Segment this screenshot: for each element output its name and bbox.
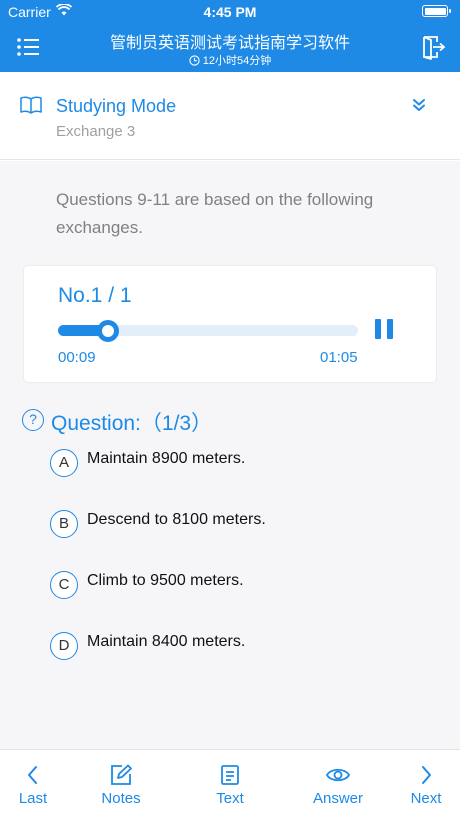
question-title: Question:（1/3） xyxy=(51,412,213,435)
tab-last[interactable]: Last xyxy=(0,764,68,807)
list-icon xyxy=(17,38,39,56)
menu-button[interactable] xyxy=(16,36,40,58)
option-letter: D xyxy=(50,632,78,660)
tab-next[interactable]: Next xyxy=(391,764,460,807)
tab-notes[interactable]: Notes xyxy=(86,764,156,807)
exit-icon xyxy=(423,36,446,60)
page-title: 管制员英语测试考试指南学习软件 xyxy=(109,35,350,52)
option-text: Climb to 9500 meters. xyxy=(87,572,244,589)
tab-label: Answer xyxy=(312,790,364,807)
option-text: Maintain 8900 meters. xyxy=(87,450,246,467)
pause-button[interactable] xyxy=(375,319,393,339)
status-time: 4:45 PM xyxy=(203,4,257,20)
tab-label: Text xyxy=(216,790,244,807)
option-text: Descend to 8100 meters. xyxy=(87,511,266,528)
question-icon: ? xyxy=(22,409,44,431)
app-header: Carrier 4:45 PM 管制员英语测试考试指南学习软件 12小时54分钟 xyxy=(0,0,460,72)
tab-label: Notes xyxy=(101,790,141,807)
option-c[interactable]: C Climb to 9500 meters. xyxy=(50,571,430,601)
eye-icon xyxy=(325,768,351,782)
exit-button[interactable] xyxy=(420,34,446,60)
intro-text: Questions 9-11 are based on the followin… xyxy=(56,190,374,237)
option-letter: B xyxy=(50,510,78,538)
content-area: Questions 9-11 are based on the followin… xyxy=(0,161,460,749)
mode-bar: Studying Mode Exchange 3 xyxy=(0,72,460,160)
option-letter: C xyxy=(50,571,78,599)
status-bar: Carrier 4:45 PM xyxy=(0,0,460,22)
chevron-right-icon xyxy=(422,766,431,784)
chevron-left-icon xyxy=(28,766,37,784)
document-icon xyxy=(221,765,239,785)
track-count: No.1 / 1 xyxy=(58,284,132,307)
option-b[interactable]: B Descend to 8100 meters. xyxy=(50,510,430,540)
progress-thumb[interactable] xyxy=(96,320,119,342)
expand-button[interactable] xyxy=(412,98,426,117)
edit-icon xyxy=(111,764,132,785)
option-text: Maintain 8400 meters. xyxy=(87,633,246,650)
book-icon xyxy=(20,96,42,119)
remaining-time: 12小时54分钟 xyxy=(60,52,400,68)
progress-track[interactable] xyxy=(58,320,358,342)
pause-icon xyxy=(375,319,381,339)
option-d[interactable]: D Maintain 8400 meters. xyxy=(50,632,430,662)
double-chevron-down-icon xyxy=(413,99,425,111)
bottom-tab-bar: Last Notes Text Answer Next xyxy=(0,749,460,818)
tab-answer[interactable]: Answer xyxy=(303,764,373,807)
tab-text[interactable]: Text xyxy=(195,764,265,807)
option-letter: A xyxy=(50,449,78,477)
battery-icon xyxy=(422,5,451,17)
tab-label: Last xyxy=(18,790,48,807)
tab-label: Next xyxy=(410,790,442,807)
mode-subtitle: Exchange 3 xyxy=(56,123,136,140)
mode-title: Studying Mode xyxy=(56,96,177,116)
option-a[interactable]: A Maintain 8900 meters. xyxy=(50,449,430,479)
current-time: 00:09 xyxy=(58,349,96,366)
clock-icon xyxy=(189,54,200,66)
audio-player: No.1 / 1 00:09 01:05 xyxy=(23,265,437,383)
remaining-time-label: 12小时54分钟 xyxy=(202,55,272,67)
total-time: 01:05 xyxy=(320,349,358,366)
